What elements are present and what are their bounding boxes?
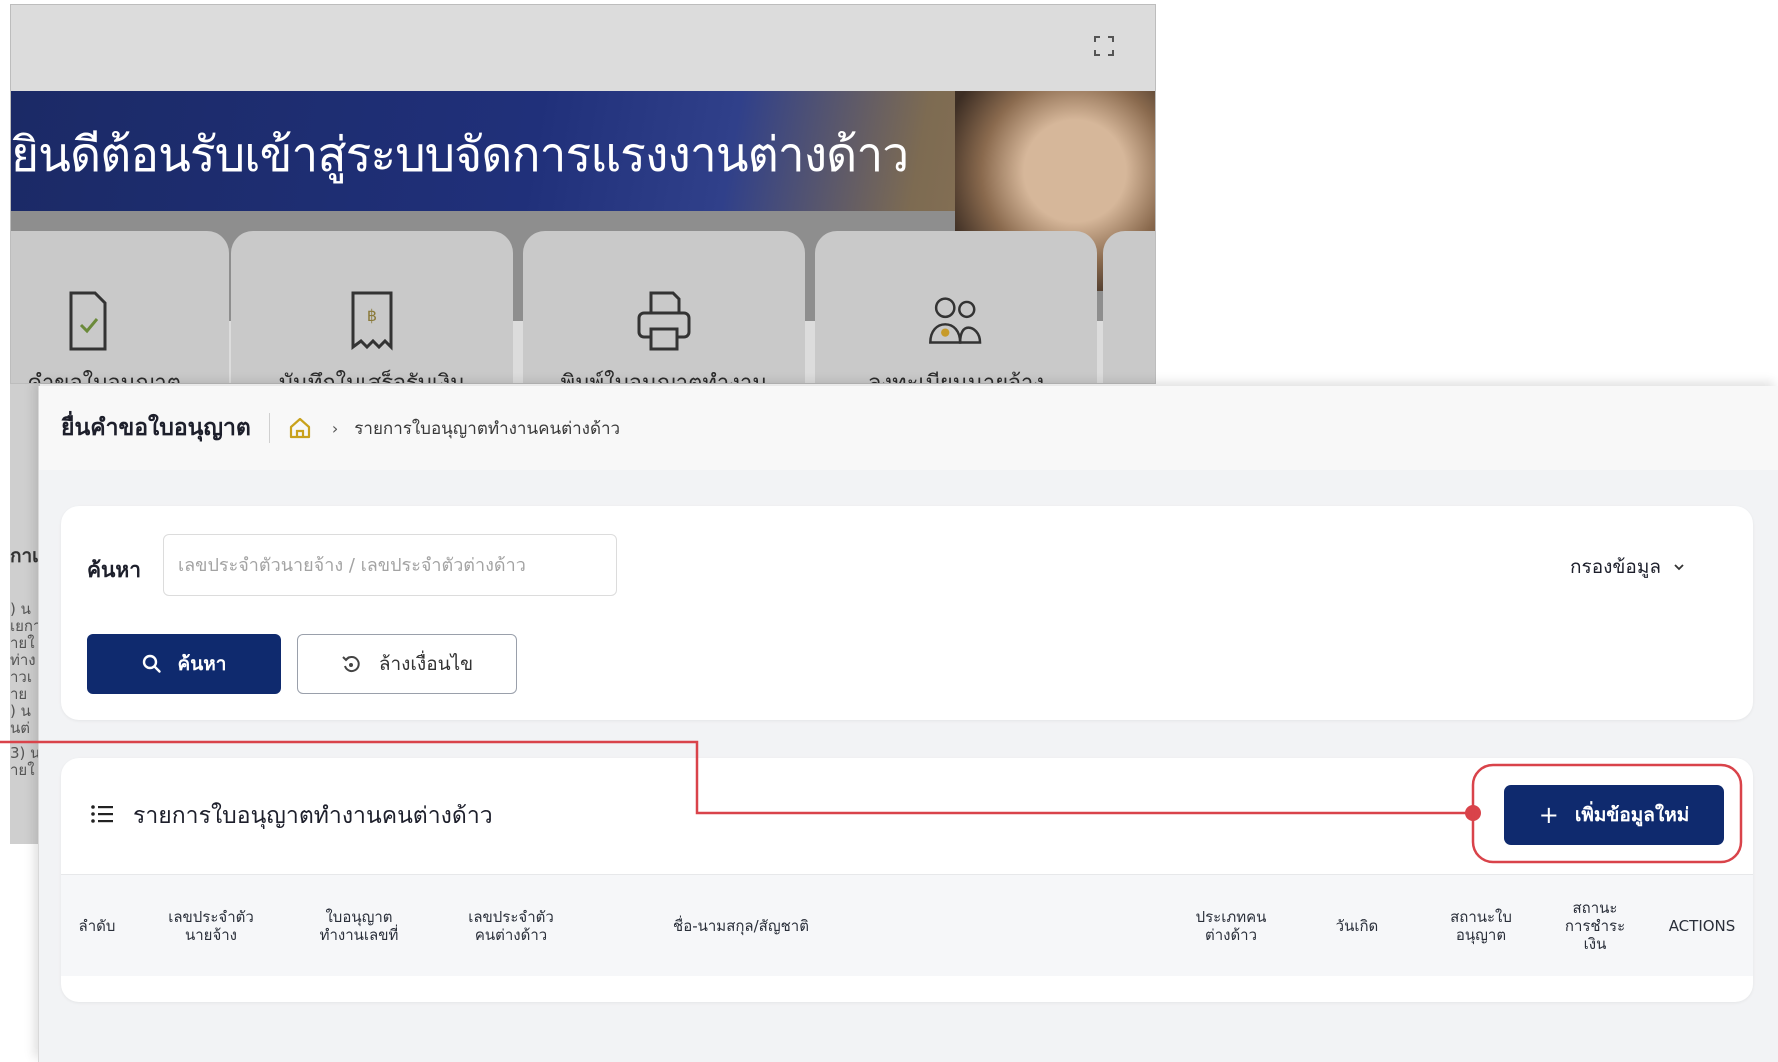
search-button[interactable]: ค้นหา xyxy=(87,634,281,694)
add-new-button-label: เพิ่มข้อมูลใหม่ xyxy=(1574,804,1690,826)
column-header-alien-id[interactable]: เลขประจำตัว คนต่างด้าว xyxy=(449,875,573,977)
column-header-payment-status[interactable]: สถานะ การชำระ เงิน xyxy=(1547,875,1643,977)
list-icon xyxy=(91,805,113,823)
search-icon xyxy=(142,654,161,673)
svg-text:฿: ฿ xyxy=(367,306,377,325)
background-dashboard-screenshot: ยินดีต้อนรับเข้าสู่ระบบจัดการแรงงานต่างด… xyxy=(10,4,1156,384)
column-header-order[interactable]: ลำดับ xyxy=(61,875,133,977)
dashboard-card-label: บันทึกใบเสร็จรับเงิน xyxy=(278,371,466,384)
home-icon[interactable] xyxy=(288,416,312,440)
search-button-label: ค้นหา xyxy=(177,653,227,675)
users-icon xyxy=(929,297,982,344)
add-new-button[interactable]: + เพิ่มข้อมูลใหม่ xyxy=(1504,785,1724,845)
chevron-down-icon xyxy=(1674,564,1684,571)
filter-dropdown[interactable]: กรองข้อมูล xyxy=(1570,552,1685,582)
column-header-permit-no[interactable]: ใบอนุญาต ทำงานเลขที่ xyxy=(299,875,419,977)
printer-icon xyxy=(637,291,691,351)
license-list-panel: รายการใบอนุญาตทำงานคนต่างด้าว + เพิ่มข้อ… xyxy=(61,758,1753,1002)
fullscreen-icon xyxy=(1094,36,1114,56)
list-title: รายการใบอนุญาตทำงานคนต่างด้าว xyxy=(133,803,493,829)
list-header: รายการใบอนุญาตทำงานคนต่างด้าว + เพิ่มข้อ… xyxy=(61,758,1753,874)
column-header-name-nationality[interactable]: ชื่อ-นามสกุล/สัญชาติ xyxy=(621,875,861,977)
document-check-icon xyxy=(69,291,107,351)
column-header-permit-status[interactable]: สถานะใบ อนุญาต xyxy=(1431,875,1531,977)
page-title: ยื่นคำขอใบอนุญาต xyxy=(61,415,251,441)
top-bar: ยื่นคำขอใบอนุญาต › รายการใบอนุญาตทำงานคน… xyxy=(39,386,1778,470)
dashboard-card: คำขอใบอนุญาต xyxy=(11,231,229,384)
divider xyxy=(268,413,270,443)
breadcrumb-chevron-icon: › xyxy=(331,418,339,438)
search-input[interactable] xyxy=(163,534,617,596)
license-request-window: ยื่นคำขอใบอนุญาต › รายการใบอนุญาตทำงานคน… xyxy=(38,386,1778,1062)
receipt-baht-icon: ฿ xyxy=(351,291,393,351)
clear-filters-label: ล้างเงื่อนไข xyxy=(378,653,474,675)
column-header-alien-type[interactable]: ประเภทคน ต่างด้าว xyxy=(1179,875,1283,977)
welcome-heading: ยินดีต้อนรับเข้าสู่ระบบจัดการแรงงานต่างด… xyxy=(11,127,909,183)
column-header-employer-id[interactable]: เลขประจำตัว นายจ้าง xyxy=(155,875,267,977)
dashboard-card-label: คำขอใบอนุญาต xyxy=(27,371,181,384)
dashboard-card: ฿ บันทึกใบเสร็จรับเงิน xyxy=(231,231,513,384)
search-panel: ค้นหา กรองข้อมูล ค้นหา ล้างเงื่อนไข xyxy=(61,506,1753,720)
clear-filters-button[interactable]: ล้างเงื่อนไข xyxy=(297,634,517,694)
table-header: ลำดับ เลขประจำตัว นายจ้าง ใบอนุญาต ทำงาน… xyxy=(61,874,1753,976)
filter-label: กรองข้อมูล xyxy=(1570,556,1661,578)
dashboard-card-label: พิมพ์ใบอนุญาตทำงาน xyxy=(560,371,768,384)
dashboard-card-label: ลงทะเบียนนายจ้าง xyxy=(867,371,1045,384)
breadcrumb-current: รายการใบอนุญาตทำงานคนต่างด้าว xyxy=(354,418,621,439)
reset-icon xyxy=(342,656,360,673)
search-label: ค้นหา xyxy=(87,558,142,582)
dashboard-card: พิมพ์ใบอนุญาตทำงาน xyxy=(523,231,805,384)
background-text-fragment: กาเ ) น เยกา ายใ ท่าง าวเ าย ) น นต่ 3) … xyxy=(10,384,40,844)
dashboard-card: ลงทะเบียนนายจ้าง xyxy=(815,231,1097,384)
column-header-birthdate[interactable]: วันเกิด xyxy=(1317,875,1397,977)
plus-icon: + xyxy=(1538,801,1559,829)
column-header-actions[interactable]: ACTIONS xyxy=(1655,875,1749,977)
